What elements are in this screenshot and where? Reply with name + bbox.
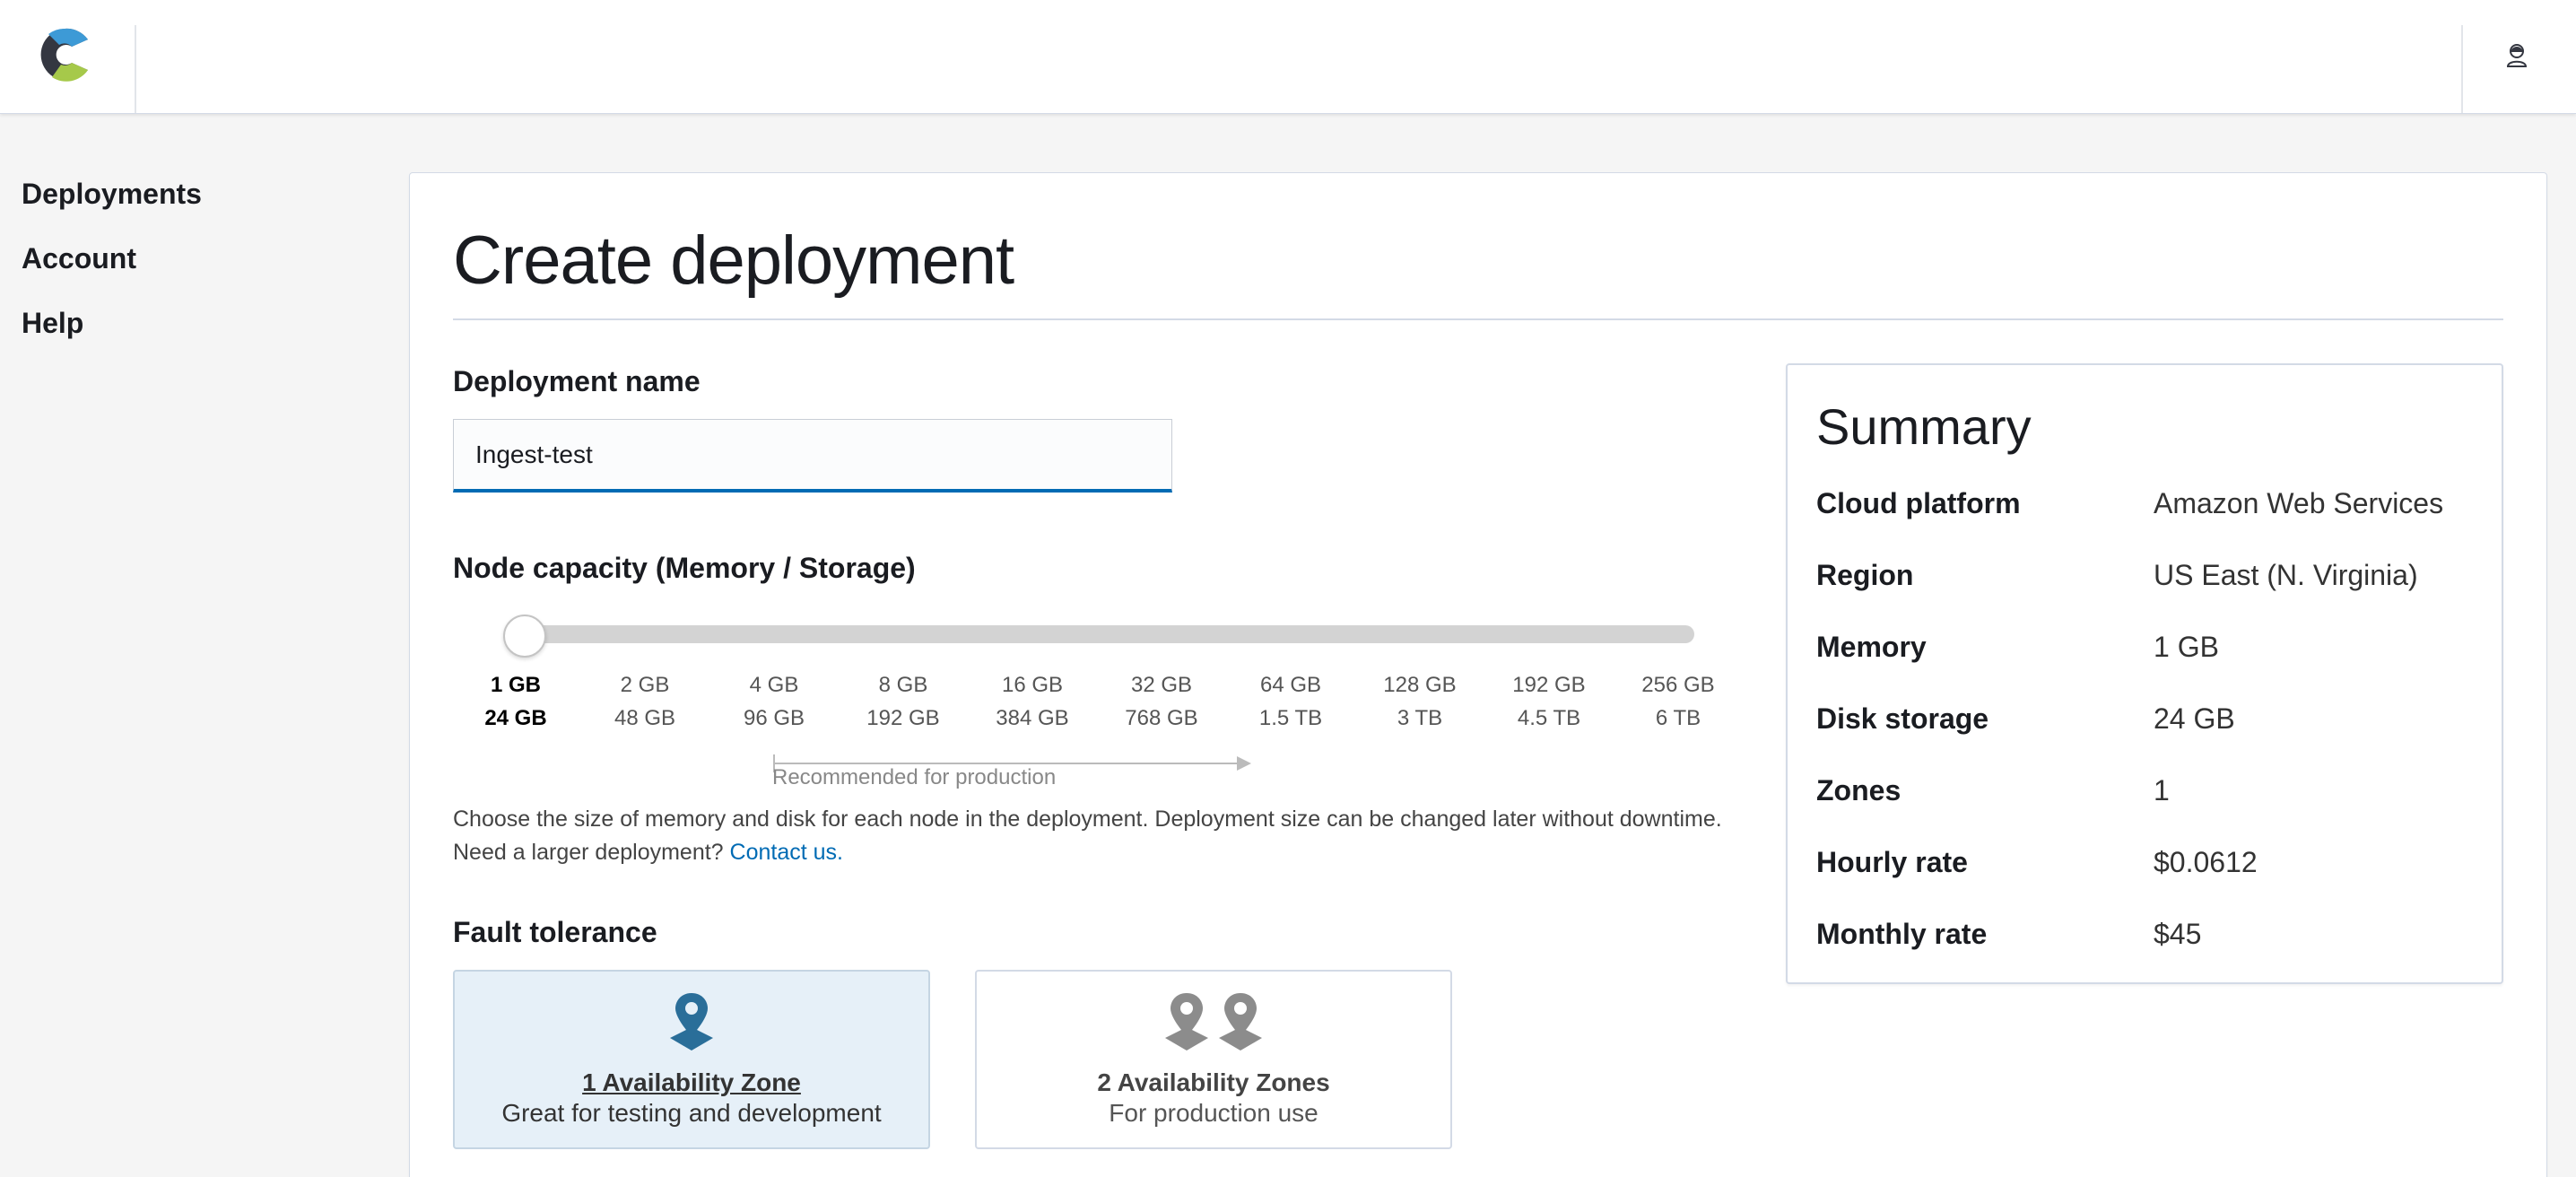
capacity-option[interactable]: 8 GB 192 GB: [840, 668, 966, 735]
capacity-storage: 24 GB: [484, 706, 547, 730]
summary-key: Hourly rate: [1816, 846, 1968, 878]
capacity-memory: 128 GB: [1383, 673, 1457, 697]
user-icon: [2505, 43, 2528, 73]
create-deployment-panel: Create deployment Deployment name Node c…: [409, 172, 2547, 1177]
summary-value: 24 GB: [2154, 702, 2235, 735]
page-title: Create deployment: [453, 222, 1014, 299]
capacity-memory: 192 GB: [1512, 673, 1586, 697]
title-divider: [453, 318, 2503, 320]
summary-value: 1 GB: [2154, 631, 2219, 663]
summary-row-region: Region US East (N. Virginia): [1816, 559, 2480, 613]
capacity-storage: 48 GB: [614, 706, 676, 730]
capacity-memory: 32 GB: [1130, 673, 1193, 697]
summary-key: Cloud platform: [1816, 487, 2021, 519]
zone-option-description: For production use: [1109, 1099, 1318, 1127]
summary-value: Amazon Web Services: [2154, 487, 2444, 519]
map-pin-icon: [1162, 990, 1212, 1056]
zone-icons: [455, 990, 928, 1056]
capacity-storage: 192 GB: [866, 706, 940, 730]
capacity-option[interactable]: 64 GB 1.5 TB: [1228, 668, 1353, 735]
node-capacity-slider-track[interactable]: [509, 625, 1694, 643]
summary-value: US East (N. Virginia): [2154, 559, 2418, 591]
summary-row-cloud-platform: Cloud platform Amazon Web Services: [1816, 487, 2480, 541]
summary-value: $0.0612: [2154, 846, 2258, 878]
capacity-storage: 6 TB: [1655, 706, 1701, 730]
capacity-memory: 16 GB: [1001, 673, 1064, 697]
sidebar-item-deployments[interactable]: Deployments: [22, 170, 362, 235]
capacity-option[interactable]: 128 GB 3 TB: [1357, 668, 1483, 735]
summary-title: Summary: [1816, 398, 2032, 455]
summary-key: Disk storage: [1816, 702, 1989, 735]
capacity-storage: 384 GB: [996, 706, 1069, 730]
summary-panel: Summary Cloud platform Amazon Web Servic…: [1786, 363, 2503, 984]
top-header: [0, 0, 2576, 114]
capacity-storage: 96 GB: [743, 706, 805, 730]
header-divider: [2461, 25, 2463, 113]
capacity-option[interactable]: 1 GB 24 GB: [453, 668, 579, 735]
summary-row-zones: Zones 1: [1816, 774, 2480, 828]
capacity-storage: 768 GB: [1125, 706, 1198, 730]
sidebar-nav: Deployments Account Help: [22, 170, 362, 364]
zone-option-title: 2 Availability Zones: [1097, 1068, 1330, 1096]
summary-value: 1: [2154, 774, 2170, 806]
capacity-option[interactable]: 256 GB 6 TB: [1615, 668, 1741, 735]
summary-key: Monthly rate: [1816, 918, 1988, 950]
summary-row-monthly-rate: Monthly rate $45: [1816, 918, 2480, 972]
summary-key: Zones: [1816, 774, 1902, 806]
capacity-memory: 64 GB: [1259, 673, 1322, 697]
deployment-name-input[interactable]: [453, 419, 1172, 493]
capacity-memory: 256 GB: [1641, 673, 1715, 697]
node-capacity-slider-thumb[interactable]: [503, 615, 546, 658]
capacity-memory: 1 GB: [490, 673, 541, 697]
summary-row-hourly-rate: Hourly rate $0.0612: [1816, 846, 2480, 900]
capacity-memory: 8 GB: [878, 673, 928, 697]
node-capacity-help-text: Choose the size of memory and disk for e…: [453, 803, 1727, 869]
elastic-cloud-logo-icon[interactable]: [36, 25, 93, 84]
one-availability-zone-option[interactable]: 1 Availability Zone Great for testing an…: [453, 970, 930, 1149]
summary-key: Region: [1816, 559, 1914, 591]
header-divider: [135, 25, 136, 113]
capacity-memory: 4 GB: [749, 673, 799, 697]
map-pin-icon: [666, 990, 717, 1056]
fault-tolerance-label: Fault tolerance: [453, 916, 657, 948]
capacity-option[interactable]: 16 GB 384 GB: [970, 668, 1095, 735]
user-menu-button[interactable]: [2499, 39, 2535, 75]
summary-row-memory: Memory 1 GB: [1816, 631, 2480, 684]
capacity-memory: 2 GB: [620, 673, 670, 697]
deployment-name-label: Deployment name: [453, 365, 701, 397]
summary-row-disk-storage: Disk storage 24 GB: [1816, 702, 2480, 756]
sidebar-item-help[interactable]: Help: [22, 300, 362, 364]
capacity-storage: 4.5 TB: [1517, 706, 1581, 730]
two-availability-zones-option[interactable]: 2 Availability Zones For production use: [975, 970, 1452, 1149]
zone-option-description: Great for testing and development: [501, 1099, 882, 1127]
capacity-option[interactable]: 32 GB 768 GB: [1099, 668, 1224, 735]
summary-value: $45: [2154, 918, 2202, 950]
capacity-storage: 1.5 TB: [1258, 706, 1323, 730]
node-capacity-label: Node capacity (Memory / Storage): [453, 552, 916, 584]
summary-key: Memory: [1816, 631, 1927, 663]
capacity-option[interactable]: 4 GB 96 GB: [711, 668, 837, 735]
recommended-label: Recommended for production: [772, 765, 1057, 789]
capacity-option[interactable]: 192 GB 4.5 TB: [1486, 668, 1612, 735]
map-pin-icon: [1215, 990, 1266, 1056]
capacity-storage: 3 TB: [1397, 706, 1443, 730]
capacity-option[interactable]: 2 GB 48 GB: [582, 668, 708, 735]
zone-option-title: 1 Availability Zone: [582, 1068, 801, 1096]
help-text-body: Choose the size of memory and disk for e…: [453, 806, 1722, 865]
sidebar-item-account[interactable]: Account: [22, 235, 362, 300]
contact-us-link[interactable]: Contact us.: [730, 840, 843, 865]
zone-icons: [977, 990, 1450, 1056]
